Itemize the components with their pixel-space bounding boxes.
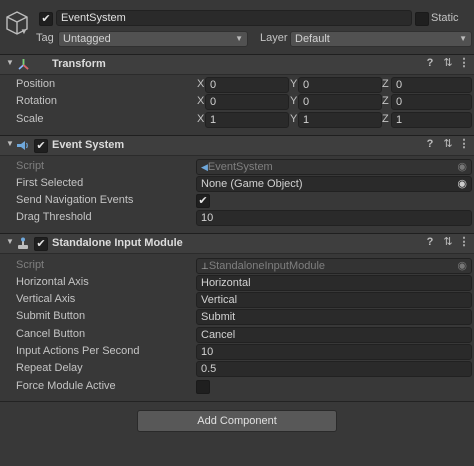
force-module-active-checkbox[interactable] <box>196 380 210 394</box>
static-toggle[interactable] <box>415 12 429 26</box>
input-module-icon <box>17 237 29 250</box>
rotation-z-axis[interactable]: Z <box>382 95 389 107</box>
transform-title: Transform <box>52 58 106 70</box>
input-actions-field[interactable]: 10 <box>196 344 472 360</box>
cancel-button-field[interactable]: Cancel <box>196 327 472 343</box>
presets-icon[interactable]: ⇅ <box>442 57 454 69</box>
fold-arrow-icon[interactable]: ▼ <box>4 138 16 150</box>
object-picker-icon[interactable]: ◉ <box>457 160 467 174</box>
help-icon[interactable]: ? <box>424 57 436 69</box>
event-system-icon <box>16 139 29 152</box>
scale-label: Scale <box>16 113 44 125</box>
static-label: Static <box>431 12 459 24</box>
more-icon[interactable]: ⋮ <box>458 138 470 150</box>
repeat-delay-label: Repeat Delay <box>16 362 83 374</box>
scale-y-axis[interactable]: Y <box>290 113 297 125</box>
input-module-enabled-toggle[interactable]: ✔ <box>34 237 48 251</box>
rotation-x-axis[interactable]: X <box>197 95 204 107</box>
scale-x-field[interactable]: 1 <box>205 112 289 128</box>
tag-label: Tag <box>36 32 54 44</box>
event-system-title: Event System <box>52 139 125 151</box>
scale-y-field[interactable]: 1 <box>298 112 382 128</box>
position-x-axis[interactable]: X <box>197 78 204 90</box>
scale-x-axis[interactable]: X <box>197 113 204 125</box>
tag-dropdown[interactable]: Untagged ▼ <box>58 31 248 47</box>
layer-label: Layer <box>260 32 288 44</box>
position-z-axis[interactable]: Z <box>382 78 389 90</box>
repeat-delay-field[interactable]: 0.5 <box>196 361 472 377</box>
more-icon[interactable]: ⋮ <box>458 236 470 248</box>
position-label: Position <box>16 78 56 90</box>
object-picker-icon[interactable]: ◉ <box>457 177 467 191</box>
submit-button-label: Submit Button <box>16 310 86 322</box>
transform-header[interactable]: ▼ Transform ? ⇅ ⋮ <box>0 54 474 75</box>
cancel-button-label: Cancel Button <box>16 328 86 340</box>
help-icon[interactable]: ? <box>424 236 436 248</box>
scale-z-field[interactable]: 1 <box>391 112 472 128</box>
chevron-down-icon: ▼ <box>459 34 467 43</box>
script-label: Script <box>16 259 45 271</box>
send-navigation-checkbox[interactable]: ✔ <box>196 194 210 208</box>
rotation-y-axis[interactable]: Y <box>290 95 297 107</box>
rotation-y-field[interactable]: 0 <box>298 94 382 110</box>
presets-icon[interactable]: ⇅ <box>442 236 454 248</box>
drag-threshold-field[interactable]: 10 <box>196 210 472 226</box>
first-selected-value: None (Game Object) <box>201 178 303 190</box>
event-system-header[interactable]: ▼ ✔ Event System ? ⇅ ⋮ <box>0 135 474 156</box>
gameobject-icon-dropdown[interactable]: ▼ <box>20 27 28 36</box>
position-x-field[interactable]: 0 <box>205 77 289 93</box>
tag-value: Untagged <box>63 33 111 45</box>
vertical-axis-label: Vertical Axis <box>16 293 76 305</box>
horizontal-axis-label: Horizontal Axis <box>16 276 89 288</box>
position-y-axis[interactable]: Y <box>290 78 297 90</box>
horizontal-axis-field[interactable]: Horizontal <box>196 275 472 291</box>
position-z-field[interactable]: 0 <box>391 77 472 93</box>
position-y-field[interactable]: 0 <box>298 77 382 93</box>
fold-arrow-icon[interactable]: ▼ <box>4 57 16 69</box>
fold-arrow-icon[interactable]: ▼ <box>4 236 16 248</box>
layer-dropdown[interactable]: Default ▼ <box>290 31 472 47</box>
scale-z-axis[interactable]: Z <box>382 113 389 125</box>
more-icon[interactable]: ⋮ <box>458 57 470 69</box>
object-name-field[interactable]: EventSystem <box>56 10 412 26</box>
divider <box>0 401 474 402</box>
script-value: EventSystem <box>207 161 273 173</box>
drag-threshold-label: Drag Threshold <box>16 211 92 223</box>
object-picker-icon[interactable]: ◉ <box>457 259 467 273</box>
input-actions-label: Input Actions Per Second <box>16 345 140 357</box>
rotation-x-field[interactable]: 0 <box>205 94 289 110</box>
help-icon[interactable]: ? <box>424 138 436 150</box>
script-icon: ⊥ <box>201 261 209 271</box>
event-system-enabled-toggle[interactable]: ✔ <box>34 139 48 153</box>
add-component-button[interactable]: Add Component <box>137 410 337 432</box>
presets-icon[interactable]: ⇅ <box>442 138 454 150</box>
input-module-title: Standalone Input Module <box>52 237 183 249</box>
input-module-header[interactable]: ▼ ✔ Standalone Input Module ? ⇅ ⋮ <box>0 233 474 254</box>
script-label: Script <box>16 160 45 172</box>
force-module-active-label: Force Module Active <box>16 380 116 392</box>
rotation-label: Rotation <box>16 95 57 107</box>
send-navigation-label: Send Navigation Events <box>16 194 134 206</box>
script-field[interactable]: ◀EventSystem ◉ <box>196 159 472 175</box>
chevron-down-icon: ▼ <box>235 34 243 43</box>
script-field[interactable]: ⊥StandaloneInputModule ◉ <box>196 258 472 274</box>
rotation-z-field[interactable]: 0 <box>391 94 472 110</box>
transform-axis-icon <box>17 58 30 71</box>
first-selected-label: First Selected <box>16 177 84 189</box>
submit-button-field[interactable]: Submit <box>196 309 472 325</box>
active-toggle[interactable]: ✔ <box>39 12 53 26</box>
first-selected-field[interactable]: None (Game Object) ◉ <box>196 176 472 192</box>
script-icon: ◀ <box>201 162 208 172</box>
script-value: StandaloneInputModule <box>208 260 326 272</box>
layer-value: Default <box>295 33 330 45</box>
vertical-axis-field[interactable]: Vertical <box>196 292 472 308</box>
